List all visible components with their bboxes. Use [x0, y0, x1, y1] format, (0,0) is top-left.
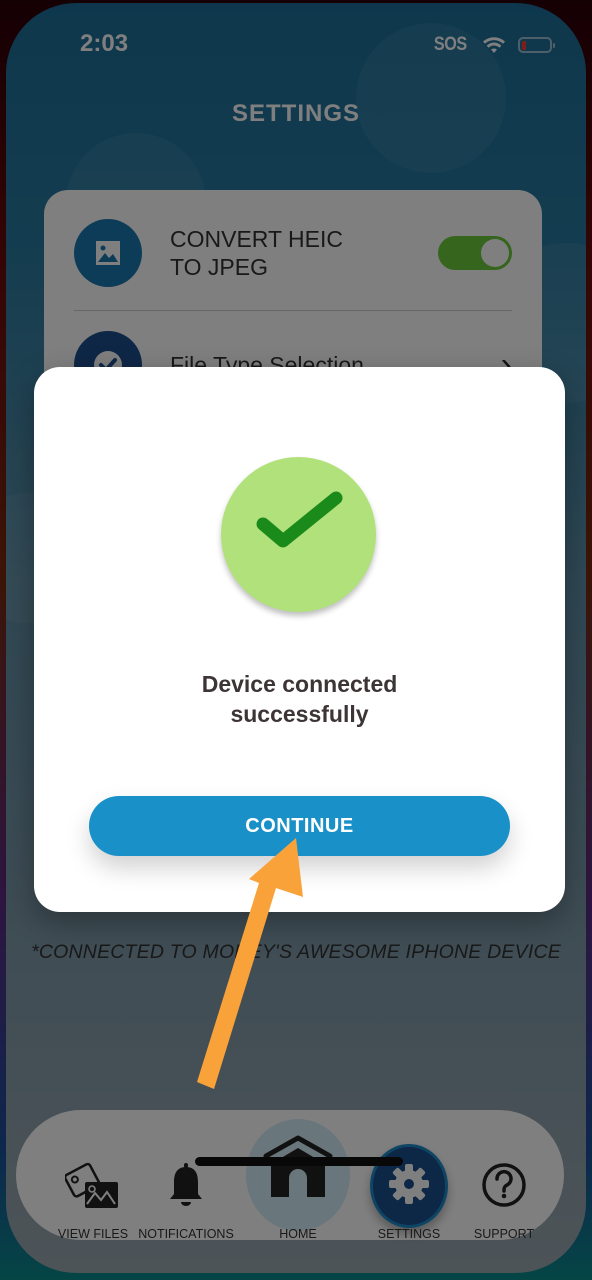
- success-dialog: Device connected successfully CONTINUE: [34, 367, 565, 912]
- checkmark-icon: [256, 491, 343, 548]
- dialog-message-line1: Device connected: [201, 671, 398, 697]
- dialog-message-line2: successfully: [230, 701, 369, 727]
- success-badge: [221, 457, 376, 612]
- continue-button[interactable]: CONTINUE: [89, 796, 510, 856]
- dialog-message: Device connected successfully: [34, 669, 565, 729]
